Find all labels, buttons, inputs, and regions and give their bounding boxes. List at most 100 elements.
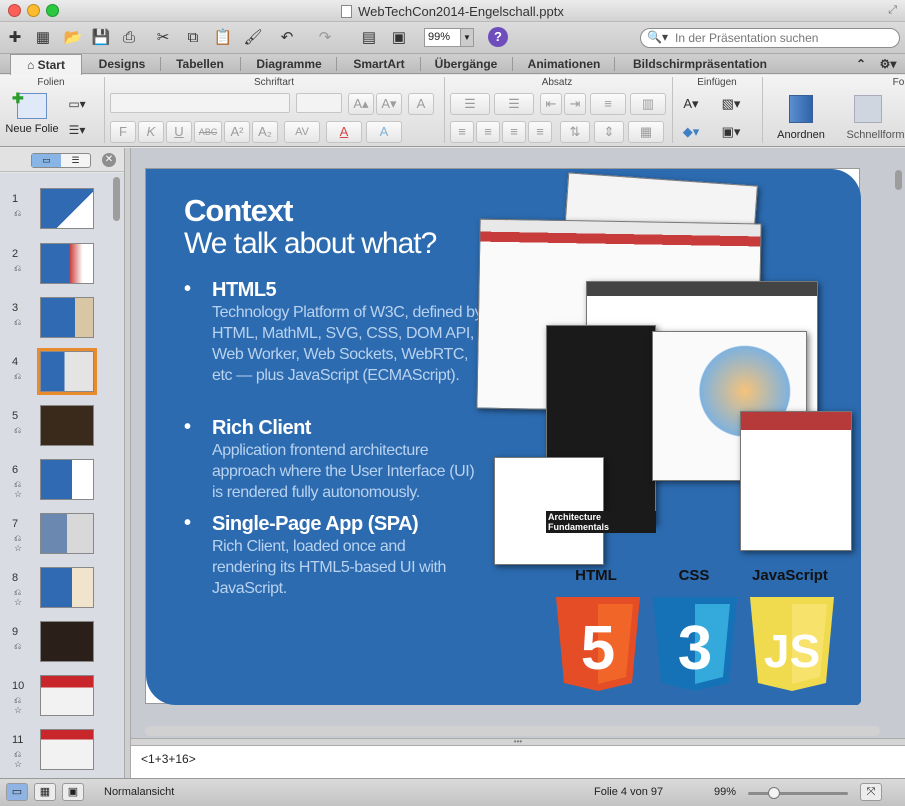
shape-icon[interactable]: ◆▾	[680, 121, 702, 143]
slide-thumb-10[interactable]: 10 ⎌ ☆	[0, 675, 110, 725]
indent-less-button[interactable]: ⇤	[540, 93, 562, 115]
text-effects-button[interactable]: A	[366, 121, 402, 143]
shrink-font-button[interactable]: A▾	[376, 93, 402, 115]
zoom-slider-thumb[interactable]	[768, 787, 780, 799]
cut-icon[interactable]: ✂	[152, 26, 174, 48]
print-icon[interactable]: ⎙	[118, 26, 140, 48]
redo-icon[interactable]: ↷	[314, 26, 336, 48]
columns-button[interactable]: ▥	[630, 93, 666, 115]
slide-thumb-1[interactable]: 1 ⎌	[0, 188, 110, 238]
slides-view-icon[interactable]: ▭	[32, 154, 61, 167]
search-input[interactable]: 🔍▾ In der Präsentation suchen	[640, 28, 900, 48]
zoom-slider[interactable]	[748, 787, 848, 799]
normal-view-button[interactable]: ▭	[6, 783, 28, 801]
thumbnail-scrollbar[interactable]	[112, 173, 122, 778]
align-left-button[interactable]: ≡	[450, 121, 474, 143]
close-window-button[interactable]	[8, 4, 21, 17]
slide-subtitle[interactable]: We talk about what?	[184, 227, 437, 261]
line-spacing-button[interactable]: ≡	[590, 93, 626, 115]
clear-format-button[interactable]: A	[408, 93, 434, 115]
close-pane-icon[interactable]: ✕	[102, 153, 116, 167]
slide-thumb-8[interactable]: 8 ⎌ ☆	[0, 567, 110, 617]
slide-thumb-7[interactable]: 7 ⎌ ☆	[0, 513, 110, 563]
outline-view-icon[interactable]: ☰	[61, 154, 90, 167]
smartart-convert-button[interactable]: ▦	[628, 121, 664, 143]
bold-button[interactable]: F	[110, 121, 136, 143]
fit-to-window-button[interactable]: ⤧	[860, 783, 882, 801]
copy-icon[interactable]: ⧉	[182, 26, 204, 48]
section-icon[interactable]: ☰▾	[66, 119, 88, 141]
tab-uebergaenge[interactable]: Übergänge	[424, 54, 508, 74]
fullscreen-icon[interactable]: ⤢	[888, 4, 897, 17]
new-slide-button[interactable]: ✚ Neue Folie	[4, 90, 60, 135]
italic-button[interactable]: K	[138, 121, 164, 143]
tab-animationen[interactable]: Animationen	[516, 54, 612, 74]
font-color-button[interactable]: A	[326, 121, 362, 143]
slide-thumb-4[interactable]: 4 ⎌	[0, 348, 110, 401]
minimize-window-button[interactable]	[27, 4, 40, 17]
slide-layout-icon[interactable]: ▤	[358, 26, 380, 48]
open-icon[interactable]: 📂	[62, 26, 84, 48]
bullet-html5[interactable]: HTML5 Technology Platform of W3C, define…	[184, 278, 484, 386]
gear-icon[interactable]: ⚙▾	[874, 54, 902, 74]
picture-icon[interactable]: ▧▾	[720, 93, 742, 115]
slideshow-icon[interactable]: ▣	[388, 26, 410, 48]
undo-icon[interactable]: ↶	[276, 26, 298, 48]
text-direction-button[interactable]: ⇅	[560, 121, 590, 143]
pane-view-toggle[interactable]: ▭ ☰	[31, 153, 91, 168]
bullets-button[interactable]: ☰	[450, 93, 490, 115]
numbering-button[interactable]: ☰	[494, 93, 534, 115]
slide-thumb-2[interactable]: 2 ⎌	[0, 243, 110, 293]
align-text-button[interactable]: ⇕	[594, 121, 624, 143]
sorter-view-button[interactable]: ▦	[34, 783, 56, 801]
current-slide[interactable]: Context We talk about what? HTML5 Techno…	[145, 168, 861, 705]
tab-start[interactable]: ⌂ Start	[10, 54, 82, 75]
slide-thumb-3[interactable]: 3 ⎌	[0, 297, 110, 347]
gallery-icon[interactable]: ▦	[32, 26, 54, 48]
subscript-button[interactable]: A₂	[252, 121, 278, 143]
quick-styles-button[interactable]: Schnellform	[846, 91, 905, 141]
arrange-button[interactable]: Anordnen	[770, 91, 832, 141]
bullet-spa[interactable]: Single-Page App (SPA) Rich Client, loade…	[184, 512, 464, 599]
tab-diagramme[interactable]: Diagramme	[244, 54, 334, 74]
layout-icon[interactable]: ▭▾	[66, 93, 88, 115]
tab-smartart[interactable]: SmartArt	[340, 54, 418, 74]
horizontal-scrollbar[interactable]	[145, 726, 880, 736]
tab-tabellen[interactable]: Tabellen	[164, 54, 236, 74]
tab-bildschirmpraesentation[interactable]: Bildschirmpräsentation	[618, 54, 782, 74]
zoom-window-button[interactable]	[46, 4, 59, 17]
superscript-button[interactable]: A²	[224, 121, 250, 143]
slide-title[interactable]: Context	[184, 193, 293, 229]
align-center-button[interactable]: ≡	[476, 121, 500, 143]
indent-more-button[interactable]: ⇥	[564, 93, 586, 115]
scrollbar-thumb[interactable]	[895, 170, 902, 190]
help-button[interactable]: ?	[488, 27, 508, 47]
grow-font-button[interactable]: A▴	[348, 93, 374, 115]
presenter-view-button[interactable]: ▣	[62, 783, 84, 801]
media-icon[interactable]: ▣▾	[720, 121, 742, 143]
justify-button[interactable]: ≡	[528, 121, 552, 143]
bullet-rich-client[interactable]: Rich Client Application frontend archite…	[184, 416, 484, 503]
slide-thumb-6[interactable]: 6 ⎌ ☆	[0, 459, 110, 509]
format-painter-icon[interactable]: 🖌	[242, 26, 264, 48]
slide-thumb-11[interactable]: 11 ⎌ ☆	[0, 729, 110, 778]
underline-button[interactable]: U	[166, 121, 192, 143]
font-name-combo[interactable]	[110, 93, 290, 113]
paste-icon[interactable]: 📋	[212, 26, 234, 48]
font-size-combo[interactable]	[296, 93, 342, 113]
character-spacing-button[interactable]: AV	[284, 121, 320, 143]
scrollbar-thumb[interactable]	[113, 177, 120, 221]
new-document-icon[interactable]: ✚	[4, 26, 26, 48]
collapse-ribbon-icon[interactable]: ⌃	[852, 54, 870, 74]
slide-thumb-9[interactable]: 9 ⎌	[0, 621, 110, 671]
slide-vertical-scrollbar[interactable]	[894, 170, 904, 725]
strikethrough-button[interactable]: ABC	[194, 121, 222, 143]
pane-splitter[interactable]	[124, 148, 131, 778]
text-box-icon[interactable]: A▾	[680, 93, 702, 115]
slide-thumb-5[interactable]: 5 ⎌	[0, 405, 110, 455]
notes-pane[interactable]: <1+3+16>	[131, 746, 905, 778]
zoom-select[interactable]: 99% ▼	[424, 28, 474, 47]
save-icon[interactable]: 💾	[90, 26, 112, 48]
align-right-button[interactable]: ≡	[502, 121, 526, 143]
tab-designs[interactable]: Designs	[86, 54, 158, 74]
